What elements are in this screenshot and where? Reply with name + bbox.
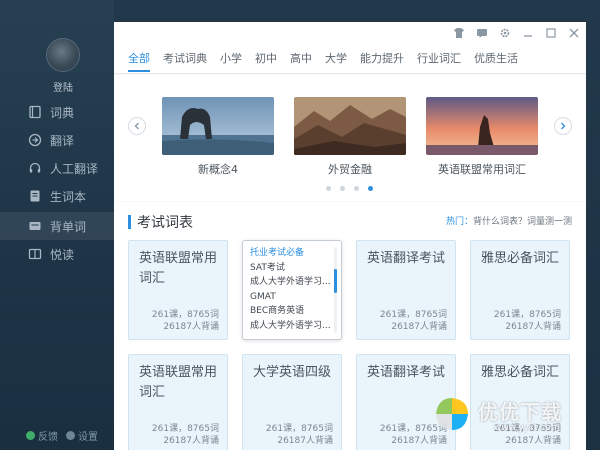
sidebar: 登陆 词典 翻译 人工翻译 生词本 背单词 悦读 反馈 设置 — [0, 0, 114, 450]
exam-wordlist-section: 考试词表 热门：背什么词表？词量测一测 英语联盟常用词汇 261课，8765词 2… — [114, 202, 586, 450]
dropdown-option[interactable]: BEC商务英语 — [250, 304, 330, 319]
wordlist-card[interactable]: 雅思必备词汇 261课，8765词 26187人背诵 — [470, 354, 570, 450]
sidebar-item-dictionary[interactable]: 词典 — [0, 98, 114, 126]
gear-icon — [66, 431, 75, 440]
hot-link[interactable]: 背什么词表？词量测一测 — [473, 217, 572, 227]
wordlist-card[interactable]: 大学英语四级 261课，8765词 26187人背诵 — [242, 354, 342, 450]
sidebar-item-label: 背单词 — [50, 219, 87, 234]
chevron-right-icon — [561, 122, 566, 130]
dropdown-option[interactable]: 托业考试必备 — [250, 246, 330, 261]
carousel-slide[interactable]: 新概念4 — [162, 97, 274, 177]
section-title: 考试词表 — [137, 215, 193, 231]
dropdown-option[interactable]: 成人大学外语学习... — [250, 319, 330, 334]
sidebar-item-label: 词典 — [50, 105, 75, 120]
carousel-dot[interactable] — [354, 186, 359, 191]
slide-image-sunset-rock — [426, 97, 538, 155]
dropdown-scrollbar[interactable] — [334, 269, 337, 293]
section-header: 考试词表 — [128, 212, 193, 232]
carousel-dot[interactable] — [340, 186, 345, 191]
translate-icon — [28, 133, 42, 147]
tab-all[interactable]: 全部 — [128, 44, 150, 74]
wordlist-card[interactable]: 英语联盟常用词汇 261课，8765词 26187人背诵 — [128, 354, 228, 450]
tab-industry[interactable]: 行业词汇 — [417, 44, 461, 74]
category-tabs: 全部 考试词典 小学 初中 高中 大学 能力提升 行业词汇 优质生活 — [114, 44, 586, 74]
message-icon[interactable] — [475, 26, 488, 39]
sidebar-item-human-translate[interactable]: 人工翻译 — [0, 154, 114, 182]
tab-exam-dictionary[interactable]: 考试词典 — [163, 44, 207, 74]
carousel-prev-button[interactable] — [128, 117, 146, 135]
wordlist-card[interactable]: 英语翻译考试 261课，8765词 26187人背诵 — [356, 354, 456, 450]
book-icon — [28, 105, 42, 119]
window-controls — [452, 26, 580, 39]
sidebar-item-reading[interactable]: 悦读 — [0, 240, 114, 268]
close-icon[interactable] — [567, 26, 580, 39]
sidebar-item-recite-words[interactable]: 背单词 — [0, 212, 114, 240]
sidebar-item-label: 生词本 — [50, 189, 87, 204]
tab-ability[interactable]: 能力提升 — [360, 44, 404, 74]
reading-icon — [28, 247, 42, 261]
maximize-icon[interactable] — [544, 26, 557, 39]
wordlist-dropdown[interactable]: 托业考试必备 SAT考试 成人大学外语学习... GMAT BEC商务英语 成人… — [242, 240, 342, 340]
wordlist-card[interactable]: 英语翻译考试 261课，8765词 26187人背诵 — [356, 240, 456, 340]
dropdown-option[interactable]: SAT考试 — [250, 261, 330, 276]
minimize-icon[interactable] — [521, 26, 534, 39]
notebook-icon — [28, 189, 42, 203]
title-bar — [114, 22, 586, 44]
login-label[interactable]: 登陆 — [40, 79, 86, 94]
carousel-slide[interactable]: 英语联盟常用词汇 — [426, 97, 538, 177]
skin-icon[interactable] — [452, 26, 465, 39]
slide-image-rock-arch — [162, 97, 274, 155]
carousel-dot-active[interactable] — [368, 186, 373, 191]
feedback-button[interactable]: 反馈 — [26, 428, 58, 443]
settings-button[interactable]: 设置 — [66, 428, 98, 443]
sidebar-bottom: 反馈 设置 — [26, 428, 98, 443]
carousel-dot[interactable] — [326, 186, 331, 191]
chevron-left-icon — [134, 122, 139, 130]
tab-junior-high[interactable]: 初中 — [255, 44, 277, 74]
sidebar-item-label: 人工翻译 — [50, 161, 99, 176]
carousel-next-button[interactable] — [554, 117, 572, 135]
wordlist-card[interactable]: 英语联盟常用词汇 261课，8765词 26187人背诵 — [128, 240, 228, 340]
dropdown-option[interactable]: 成人大学外语学习... — [250, 275, 330, 290]
check-icon — [26, 431, 35, 440]
wordlist-card[interactable]: 雅思必备词汇 261课，8765词 26187人背诵 — [470, 240, 570, 340]
dropdown-option[interactable]: GMAT — [250, 290, 330, 305]
gear-icon[interactable] — [498, 26, 511, 39]
card-icon — [28, 219, 42, 233]
slide-image-mountains — [294, 97, 406, 155]
sidebar-item-label: 翻译 — [50, 133, 75, 148]
tab-university[interactable]: 大学 — [325, 44, 347, 74]
carousel-slide[interactable]: 外贸金融 — [294, 97, 406, 177]
avatar[interactable] — [46, 38, 80, 72]
banner-carousel: 新概念4 外贸金融 英语联盟常用词汇 — [114, 75, 586, 201]
headset-icon — [28, 161, 42, 175]
tab-quality-life[interactable]: 优质生活 — [474, 44, 518, 74]
sidebar-item-wordbook[interactable]: 生词本 — [0, 182, 114, 210]
sidebar-item-translate[interactable]: 翻译 — [0, 126, 114, 154]
tab-senior-high[interactable]: 高中 — [290, 44, 312, 74]
main-panel: 全部 考试词典 小学 初中 高中 大学 能力提升 行业词汇 优质生活 新概念4 — [114, 22, 586, 450]
tab-primary-school[interactable]: 小学 — [220, 44, 242, 74]
carousel-dots — [326, 186, 373, 191]
hot-links: 热门：背什么词表？词量测一测 — [445, 217, 572, 227]
sidebar-item-label: 悦读 — [50, 247, 75, 262]
